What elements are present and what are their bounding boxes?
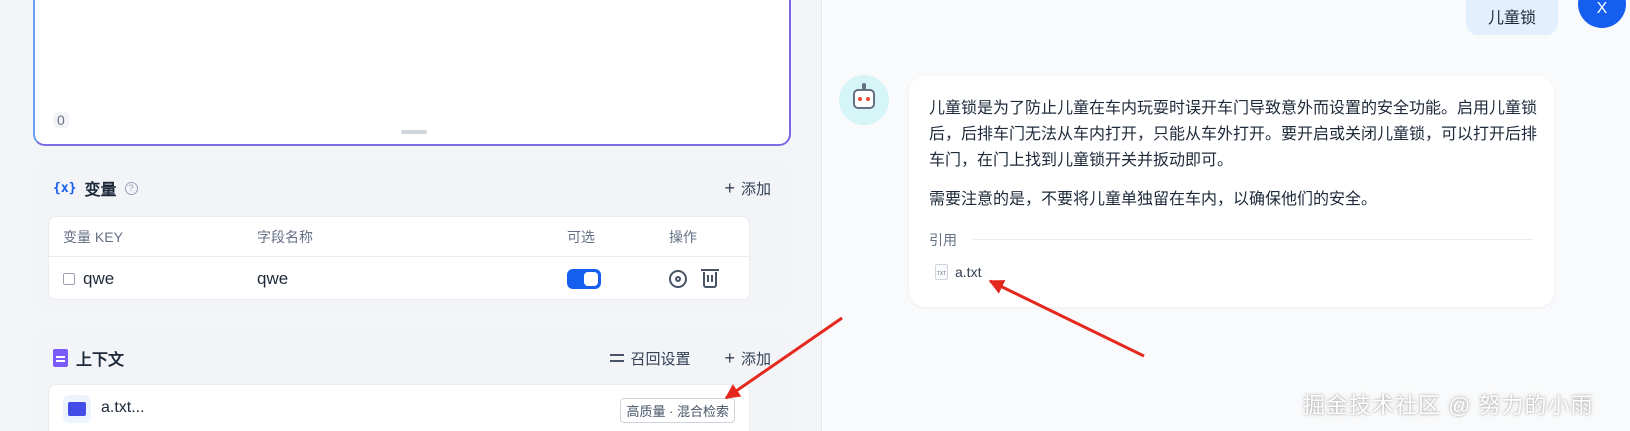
txt-file-icon: TXT xyxy=(935,264,948,280)
answer-text: 儿童锁是为了防止儿童在车内玩耍时误开车门导致意外而设置的安全功能。启用儿童锁后，… xyxy=(929,96,1539,213)
copy-icon[interactable] xyxy=(63,272,75,285)
citation-label: 引用 xyxy=(929,232,957,248)
table-row: qwe qwe xyxy=(49,257,749,300)
plus-icon: + xyxy=(724,178,735,198)
char-count: 0 xyxy=(53,112,69,128)
recall-settings-button[interactable]: 召回设置 xyxy=(610,348,690,369)
retrieval-badge: 高质量 · 混合检索 xyxy=(620,398,735,423)
add-context-button[interactable]: + 添加 xyxy=(724,348,771,369)
context-card: 上下文 召回设置 + 添加 a.txt... 高质量 · 混合检索 xyxy=(33,328,791,431)
column-header-key: 变量 KEY xyxy=(63,228,123,245)
context-title: 上下文 xyxy=(76,352,125,369)
help-icon[interactable]: ? xyxy=(124,181,138,195)
variables-card: {x} 变量 ? + 添加 变量 KEY 字段名称 可选 操作 qwe qwe xyxy=(33,158,791,316)
answer-paragraph: 儿童锁是为了防止儿童在车内玩耍时误开车门导致意外而设置的安全功能。启用儿童锁后，… xyxy=(929,100,1538,169)
plus-icon: + xyxy=(724,348,735,368)
folder-icon xyxy=(63,395,91,423)
resize-handle[interactable] xyxy=(401,130,427,134)
variable-name[interactable]: qwe xyxy=(257,257,288,300)
config-panel: 0 {x} 变量 ? + 添加 变量 KEY 字段名称 可选 操作 qwe qw… xyxy=(0,0,822,431)
sliders-icon xyxy=(610,352,625,364)
citation-file-name: a.txt xyxy=(955,264,982,280)
trash-icon[interactable] xyxy=(701,269,719,288)
user-message: 儿童锁 xyxy=(1466,0,1558,35)
user-avatar[interactable]: X xyxy=(1578,0,1626,28)
column-header-optional: 可选 xyxy=(567,228,595,245)
table-header: 变量 KEY 字段名称 可选 操作 xyxy=(49,217,749,257)
add-variable-button[interactable]: + 添加 xyxy=(724,178,771,199)
prompt-editor[interactable]: 0 xyxy=(33,0,791,146)
gear-icon[interactable] xyxy=(669,269,687,288)
document-icon xyxy=(53,349,68,367)
dataset-item[interactable]: a.txt... 高质量 · 混合检索 xyxy=(48,384,750,431)
variable-icon: {x} xyxy=(53,180,77,196)
variables-title: 变量 xyxy=(84,182,117,199)
optional-toggle[interactable] xyxy=(567,268,601,289)
answer-paragraph: 需要注意的是，不要将儿童单独留在车内，以确保他们的安全。 xyxy=(929,191,1378,208)
citation-divider xyxy=(973,239,1533,240)
dataset-name: a.txt... xyxy=(101,399,145,416)
column-header-actions: 操作 xyxy=(669,228,697,245)
recall-settings-label: 召回设置 xyxy=(630,350,691,368)
watermark: 掘金技术社区 @ 努力的小雨 xyxy=(1303,393,1594,418)
variables-table: 变量 KEY 字段名称 可选 操作 qwe qwe xyxy=(48,216,750,300)
bot-avatar-icon xyxy=(839,75,889,125)
add-variable-label: 添加 xyxy=(740,180,771,198)
answer-card: 儿童锁是为了防止儿童在车内玩耍时误开车门导致意外而设置的安全功能。启用儿童锁后，… xyxy=(909,76,1554,307)
citation-item[interactable]: TXT a.txt xyxy=(929,258,987,286)
variable-key[interactable]: qwe xyxy=(83,269,114,289)
add-context-label: 添加 xyxy=(740,350,771,368)
chat-panel: 儿童锁 X 儿童锁是为了防止儿童在车内玩耍时误开车门导致意外而设置的安全功能。启… xyxy=(823,0,1630,431)
column-header-name: 字段名称 xyxy=(257,228,313,245)
